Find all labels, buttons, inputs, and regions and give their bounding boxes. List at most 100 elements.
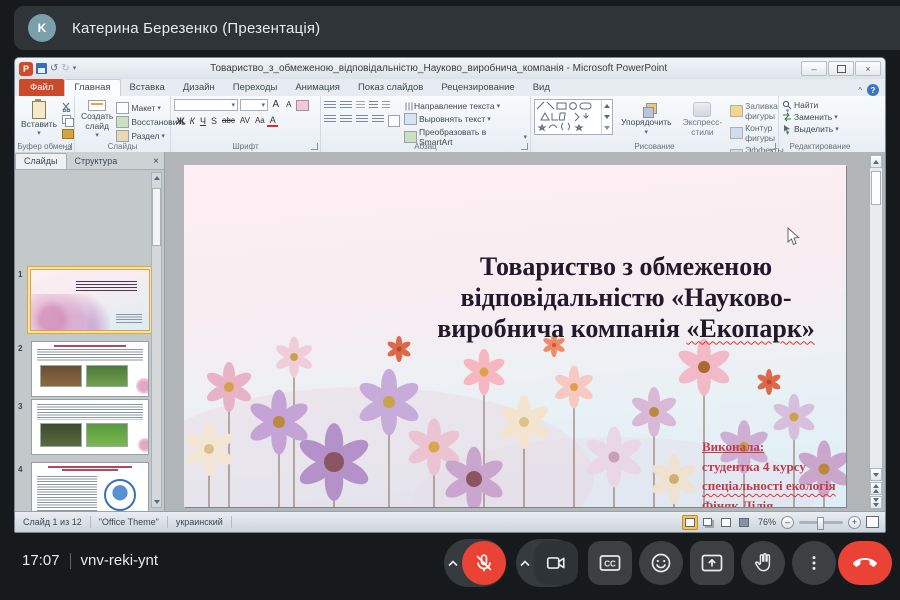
normal-view-button[interactable] — [682, 515, 698, 530]
camera-button[interactable] — [534, 541, 578, 585]
tab-review[interactable]: Рецензирование — [432, 80, 523, 96]
scroll-up-button[interactable] — [870, 155, 882, 168]
zoom-out-button[interactable]: – — [781, 516, 794, 529]
editor-scrollbar[interactable] — [869, 154, 883, 510]
change-case-button[interactable]: Aa — [252, 115, 267, 127]
numbering-icon[interactable] — [340, 101, 352, 110]
tab-transitions[interactable]: Переходы — [224, 80, 287, 96]
redo-icon[interactable]: ↻ — [61, 64, 69, 74]
paste-button[interactable]: Вставить ▾ — [18, 99, 60, 139]
minimize-button[interactable]: – — [801, 61, 827, 76]
shrink-font-button[interactable]: А — [284, 99, 294, 111]
arrange-button[interactable]: Упорядочить ▾ — [618, 99, 675, 140]
font-dialog-launcher[interactable] — [311, 143, 318, 150]
shapes-gallery[interactable] — [534, 99, 613, 135]
reactions-button[interactable] — [639, 541, 683, 585]
font-size-select[interactable]: ▾ — [240, 99, 268, 111]
camera-options-button[interactable] — [516, 559, 534, 567]
present-screen-button[interactable] — [690, 541, 734, 585]
ppt-titlebar[interactable]: P ↺ ↻ ▾ Товариство_з_обмеженою_відповіда… — [15, 58, 885, 79]
decrease-indent-icon[interactable] — [356, 101, 365, 110]
cut-icon[interactable] — [62, 102, 73, 112]
reading-view-button[interactable] — [718, 515, 734, 530]
slide-sorter-view-button[interactable] — [700, 515, 716, 530]
slide-thumbnail-2[interactable] — [31, 341, 149, 397]
font-name-select[interactable]: ▾ — [174, 99, 238, 111]
justify-icon[interactable] — [372, 115, 384, 124]
tab-animations[interactable]: Анимация — [286, 80, 349, 96]
panel-scrollbar[interactable] — [151, 172, 162, 508]
help-icon[interactable]: ? — [867, 84, 879, 96]
align-text-button[interactable]: Выровнять текст▾ — [404, 112, 527, 126]
underline-button[interactable]: Ч — [197, 115, 208, 127]
select-button[interactable]: Выделить ▾ — [782, 123, 858, 135]
slide-credits[interactable]: Виконала: студентка 4 курсу спеціальност… — [702, 437, 846, 507]
close-button[interactable]: × — [855, 61, 881, 76]
zoom-in-button[interactable]: + — [848, 516, 861, 529]
raise-hand-button[interactable] — [741, 541, 785, 585]
scroll-down-button[interactable] — [870, 468, 882, 481]
captions-button[interactable]: CC — [588, 541, 632, 585]
more-options-button[interactable] — [792, 541, 836, 585]
tab-file[interactable]: Файл — [19, 79, 64, 96]
slide-thumbnail-1[interactable] — [27, 266, 153, 334]
save-icon[interactable] — [36, 63, 47, 74]
slide-thumbnail-3[interactable] — [31, 399, 149, 455]
previous-slide-button[interactable] — [870, 482, 882, 495]
replace-label: Заменить — [794, 112, 832, 122]
copy-icon[interactable] — [62, 115, 73, 126]
text-direction-button[interactable]: Направление текста▾ — [404, 100, 527, 112]
language-indicator[interactable]: украинский — [168, 516, 232, 528]
line-spacing-icon[interactable] — [382, 101, 390, 110]
italic-button[interactable]: К — [187, 115, 197, 127]
align-right-icon[interactable] — [356, 115, 368, 124]
strikethrough-button[interactable]: abc — [219, 115, 237, 127]
panel-close-icon[interactable]: × — [148, 156, 164, 169]
powerpoint-app-icon[interactable]: P — [19, 62, 33, 76]
text-shadow-button[interactable]: S — [208, 115, 219, 127]
drawing-dialog-launcher[interactable] — [769, 143, 776, 150]
undo-icon[interactable]: ↺ — [50, 64, 58, 74]
tab-home[interactable]: Главная — [64, 79, 120, 96]
bold-button[interactable]: Ж — [174, 115, 187, 127]
character-spacing-button[interactable]: AV — [237, 115, 252, 127]
theme-name[interactable]: "Office Theme" — [91, 516, 168, 528]
paragraph-dialog-launcher[interactable] — [521, 143, 528, 150]
restore-button[interactable] — [828, 61, 854, 76]
tab-insert[interactable]: Вставка — [121, 80, 174, 96]
columns-icon[interactable] — [388, 115, 400, 127]
find-button[interactable]: Найти — [782, 99, 858, 111]
new-slide-button[interactable]: Создать слайд ▾ — [78, 99, 116, 140]
panel-scroll-thumb[interactable] — [152, 188, 161, 246]
zoom-level[interactable]: 76% — [758, 517, 776, 527]
slideshow-view-button[interactable] — [736, 515, 752, 530]
mic-options-button[interactable] — [444, 559, 462, 567]
collapse-ribbon-icon[interactable]: ^ — [858, 86, 862, 95]
clear-formatting-icon[interactable] — [296, 100, 309, 111]
tab-slides-thumbnails[interactable]: Слайды — [15, 153, 67, 169]
slide-title[interactable]: Товариство з обмеженою відповідальністю … — [418, 251, 834, 345]
fit-to-window-button[interactable] — [866, 516, 879, 528]
end-call-button[interactable] — [838, 541, 892, 585]
scroll-thumb[interactable] — [871, 171, 881, 205]
tab-view[interactable]: Вид — [524, 80, 559, 96]
increase-indent-icon[interactable] — [369, 101, 378, 110]
zoom-slider[interactable] — [799, 521, 843, 524]
bullets-icon[interactable] — [324, 101, 336, 110]
quick-styles-button[interactable]: Экспресс-стили — [680, 99, 726, 140]
current-slide[interactable]: Товариство з обмеженою відповідальністю … — [184, 165, 846, 507]
shapes-gallery-scroll[interactable] — [601, 100, 612, 134]
clipboard-dialog-launcher[interactable] — [65, 143, 72, 150]
mic-muted-button[interactable] — [462, 541, 506, 585]
tab-slideshow[interactable]: Показ слайдов — [349, 80, 432, 96]
font-color-button[interactable]: А — [267, 115, 278, 127]
tab-design[interactable]: Дизайн — [174, 80, 224, 96]
format-painter-icon[interactable] — [62, 129, 74, 139]
grow-font-button[interactable]: А — [270, 99, 282, 111]
align-center-icon[interactable] — [340, 115, 352, 124]
replace-button[interactable]: Заменить ▾ — [782, 111, 858, 123]
zoom-slider-thumb[interactable] — [817, 517, 824, 530]
tab-outline[interactable]: Структура — [67, 154, 126, 169]
align-left-icon[interactable] — [324, 115, 336, 124]
next-slide-button[interactable] — [870, 496, 882, 509]
